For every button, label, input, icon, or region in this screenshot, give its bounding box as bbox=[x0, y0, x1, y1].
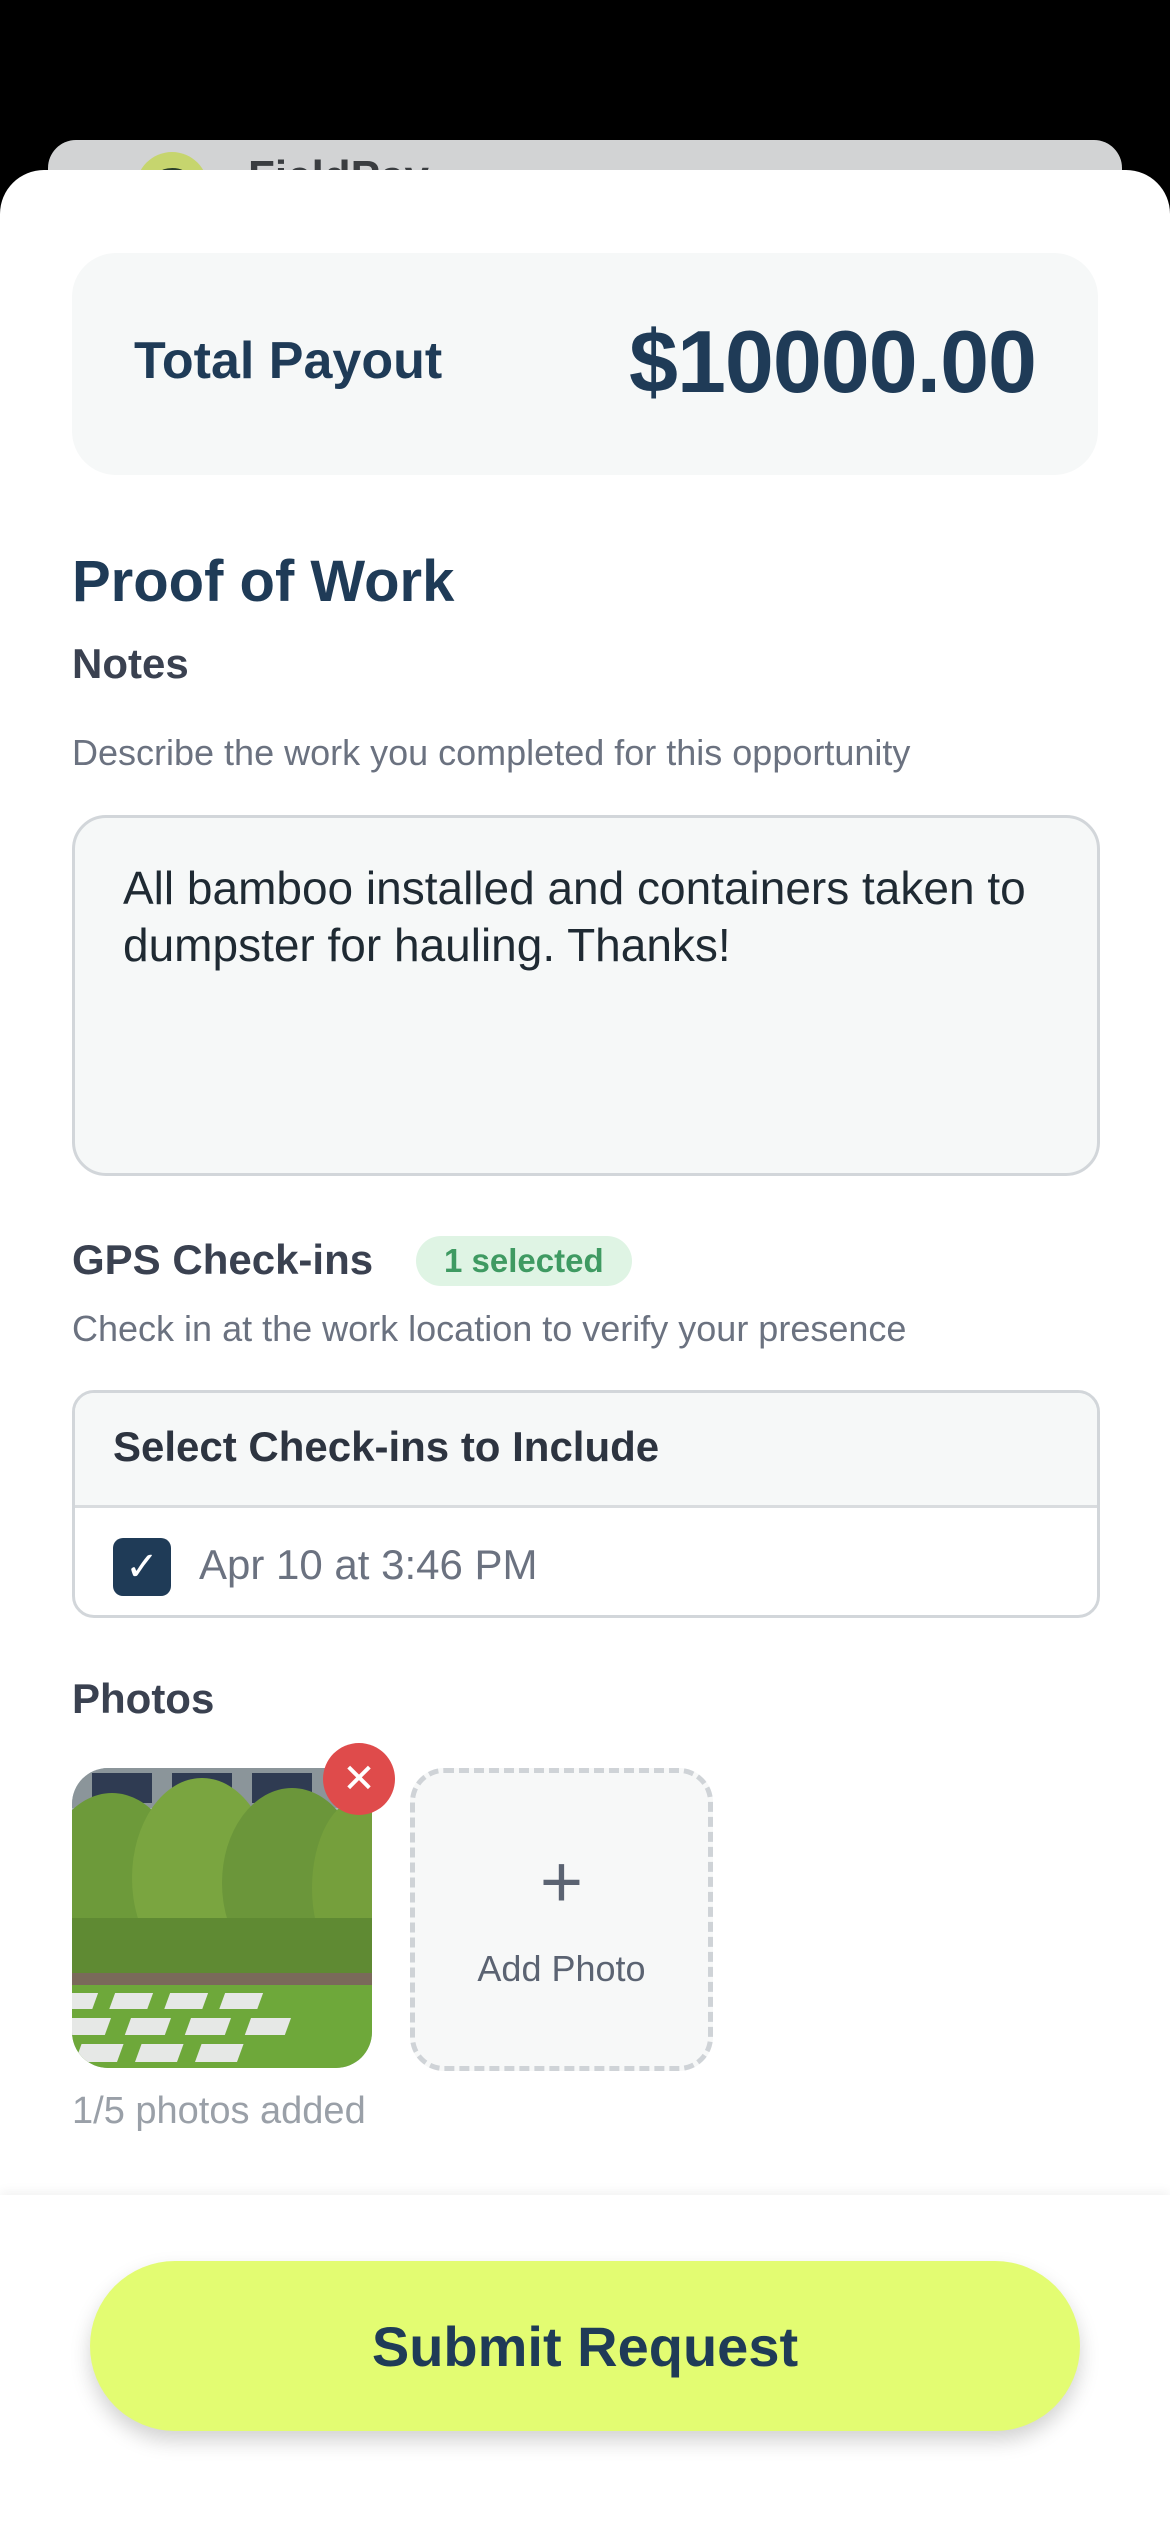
selected-count-badge: 1 selected bbox=[416, 1236, 632, 1286]
total-payout-value: $10000.00 bbox=[629, 312, 1037, 411]
add-photo-button[interactable]: + Add Photo bbox=[410, 1768, 713, 2071]
notes-textarea[interactable]: All bamboo installed and containers take… bbox=[72, 815, 1100, 1176]
footer-bar: Submit Request bbox=[0, 2195, 1170, 2532]
add-photo-label: Add Photo bbox=[477, 1948, 646, 1989]
checkmark-icon: ✓ bbox=[125, 1545, 159, 1589]
notes-text: All bamboo installed and containers take… bbox=[123, 862, 1026, 971]
total-payout-label: Total Payout bbox=[134, 332, 443, 390]
plus-icon: + bbox=[539, 1840, 584, 1923]
notes-description: Describe the work you completed for this… bbox=[72, 732, 911, 773]
proof-of-work-sheet: Total Payout $10000.00 Proof of Work Not… bbox=[0, 170, 1170, 2532]
bamboo-photo-image bbox=[72, 1768, 372, 2068]
close-icon: ✕ bbox=[342, 1757, 376, 1801]
submit-request-button[interactable]: Submit Request bbox=[90, 2261, 1080, 2431]
remove-photo-button[interactable]: ✕ bbox=[323, 1743, 395, 1815]
gps-checkins-description: Check in at the work location to verify … bbox=[72, 1308, 907, 1349]
checkins-list-header-label: Select Check-ins to Include bbox=[113, 1423, 660, 1470]
checkin-checkbox[interactable]: ✓ bbox=[113, 1538, 171, 1596]
checkins-list-header: Select Check-ins to Include bbox=[75, 1393, 1097, 1508]
proof-of-work-title: Proof of Work bbox=[72, 549, 455, 614]
notes-label: Notes bbox=[72, 640, 189, 687]
photo-thumbnail[interactable] bbox=[72, 1768, 372, 2068]
photos-label: Photos bbox=[72, 1675, 215, 1722]
gps-checkins-label: GPS Check-ins bbox=[72, 1236, 374, 1283]
checkin-item-label[interactable]: Apr 10 at 3:46 PM bbox=[199, 1541, 538, 1589]
total-payout-card: Total Payout $10000.00 bbox=[72, 253, 1098, 475]
checkins-list: Select Check-ins to Include ✓ Apr 10 at … bbox=[72, 1390, 1100, 1618]
photo-count-text: 1/5 photos added bbox=[72, 2090, 366, 2132]
